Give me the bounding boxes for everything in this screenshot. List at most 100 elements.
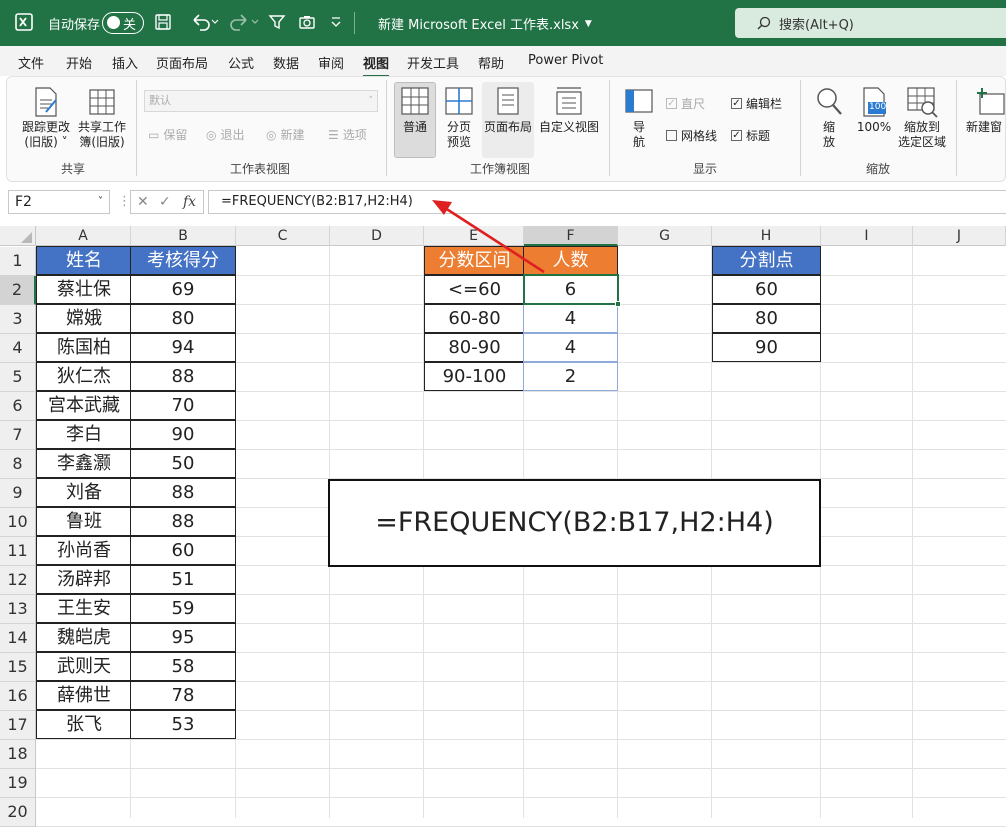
- menu-file[interactable]: 文件: [18, 53, 44, 72]
- table-cell-score[interactable]: 88: [130, 507, 236, 536]
- column-header-a[interactable]: A: [36, 226, 131, 246]
- camera-icon[interactable]: [298, 13, 316, 31]
- row-header-10[interactable]: 10: [0, 508, 36, 537]
- menu-developer[interactable]: 开发工具: [407, 53, 459, 72]
- search-box[interactable]: 搜索(Alt+Q): [735, 8, 1006, 38]
- table-cell-count[interactable]: 4: [523, 304, 618, 333]
- menu-data[interactable]: 数据: [273, 53, 299, 72]
- table-cell-score[interactable]: 95: [130, 623, 236, 652]
- table-cell-range[interactable]: 80-90: [424, 333, 525, 362]
- select-all-corner[interactable]: [0, 226, 36, 246]
- table-cell-name[interactable]: 孙尚香: [36, 536, 132, 565]
- table-cell-name[interactable]: 武则天: [36, 652, 132, 681]
- table-cell-score[interactable]: 88: [130, 478, 236, 507]
- cancel-icon[interactable]: ✕: [137, 191, 149, 213]
- table-cell-bin[interactable]: 80: [712, 304, 821, 333]
- ruler-checkbox[interactable]: ✓ 直尺: [666, 95, 705, 112]
- row-header-8[interactable]: 8: [0, 450, 36, 479]
- table-cell-score[interactable]: 88: [130, 362, 236, 391]
- navigation-button[interactable]: 导 航: [626, 120, 652, 150]
- table-cell-count[interactable]: 2: [523, 362, 618, 391]
- table-cell-name[interactable]: 张飞: [36, 710, 132, 739]
- table-cell-score[interactable]: 59: [130, 594, 236, 623]
- row-header-13[interactable]: 13: [0, 595, 36, 624]
- undo-icon[interactable]: [190, 12, 220, 32]
- table-cell-score[interactable]: 78: [130, 681, 236, 710]
- row-header-17[interactable]: 17: [0, 711, 36, 740]
- menu-help[interactable]: 帮助: [478, 53, 504, 72]
- table-cell-score[interactable]: 80: [130, 304, 236, 333]
- track-changes-button[interactable]: 跟踪更改 (旧版) ˅: [20, 120, 72, 150]
- table-cell-range[interactable]: 60-80: [424, 304, 525, 333]
- new-window-button[interactable]: 新建窗: [966, 120, 1006, 135]
- table-cell-bin[interactable]: 60: [712, 275, 821, 304]
- table-cell-score[interactable]: 60: [130, 536, 236, 565]
- zoom-to-selection-button[interactable]: 缩放到 选定区域: [896, 120, 948, 150]
- header-name[interactable]: 姓名: [36, 246, 132, 275]
- row-header-1[interactable]: 1: [0, 247, 36, 276]
- row-header-7[interactable]: 7: [0, 421, 36, 450]
- row-header-14[interactable]: 14: [0, 624, 36, 653]
- formula-bar-checkbox[interactable]: ✓ 编辑栏: [731, 95, 782, 112]
- table-cell-name[interactable]: 薛佛世: [36, 681, 132, 710]
- table-cell-score[interactable]: 94: [130, 333, 236, 362]
- table-cell-score[interactable]: 50: [130, 449, 236, 478]
- enter-icon[interactable]: ✓: [159, 191, 171, 213]
- row-header-11[interactable]: 11: [0, 537, 36, 566]
- table-cell-name[interactable]: 李鑫灏: [36, 449, 132, 478]
- row-header-6[interactable]: 6: [0, 392, 36, 421]
- table-cell-name[interactable]: 李白: [36, 420, 132, 449]
- row-header-12[interactable]: 12: [0, 566, 36, 595]
- sheet-view-options-button[interactable]: ☰ 选项: [328, 126, 367, 143]
- menu-home[interactable]: 开始: [66, 53, 92, 72]
- zoom-button[interactable]: 缩 放: [816, 120, 842, 150]
- row-header-18[interactable]: 18: [0, 740, 36, 769]
- row-header-19[interactable]: 19: [0, 769, 36, 798]
- sheet-view-dropdown[interactable]: 默认 ˅: [144, 90, 378, 112]
- headings-checkbox[interactable]: ✓ 标题: [731, 127, 770, 144]
- column-header-b[interactable]: B: [131, 226, 236, 246]
- header-bins[interactable]: 分割点: [712, 246, 821, 275]
- table-cell-name[interactable]: 狄仁杰: [36, 362, 132, 391]
- page-break-preview-button[interactable]: 分页 预览: [438, 120, 480, 150]
- table-cell-name[interactable]: 陈国柏: [36, 333, 132, 362]
- table-cell-name[interactable]: 刘备: [36, 478, 132, 507]
- menu-formulas[interactable]: 公式: [228, 53, 254, 72]
- redo-icon[interactable]: [230, 12, 260, 32]
- row-header-15[interactable]: 15: [0, 653, 36, 682]
- table-cell-name[interactable]: 蔡壮保: [36, 275, 132, 304]
- save-icon[interactable]: [154, 13, 172, 31]
- table-cell-name[interactable]: 宫本武藏: [36, 391, 132, 420]
- table-cell-score[interactable]: 51: [130, 565, 236, 594]
- autosave-toggle[interactable]: 关: [102, 12, 144, 34]
- table-cell-bin[interactable]: 90: [712, 333, 821, 362]
- table-cell-range[interactable]: 90-100: [424, 362, 525, 391]
- insert-function-icon[interactable]: fx: [183, 191, 196, 213]
- row-header-9[interactable]: 9: [0, 479, 36, 508]
- column-header-g[interactable]: G: [618, 226, 712, 246]
- table-cell-name[interactable]: 汤辟邦: [36, 565, 132, 594]
- row-header-2[interactable]: 2: [0, 276, 36, 305]
- row-header-5[interactable]: 5: [0, 363, 36, 392]
- menu-power-pivot[interactable]: Power Pivot: [528, 53, 603, 68]
- column-header-h[interactable]: H: [712, 226, 821, 246]
- table-cell-name[interactable]: 鲁班: [36, 507, 132, 536]
- filter-icon[interactable]: [268, 13, 286, 31]
- column-header-i[interactable]: I: [821, 226, 913, 246]
- row-header-4[interactable]: 4: [0, 334, 36, 363]
- table-cell-name[interactable]: 嫦娥: [36, 304, 132, 333]
- row-header-3[interactable]: 3: [0, 305, 36, 334]
- menu-view[interactable]: 视图: [363, 53, 390, 78]
- menu-review[interactable]: 审阅: [318, 53, 344, 72]
- menu-insert[interactable]: 插入: [112, 53, 138, 72]
- table-cell-score[interactable]: 90: [130, 420, 236, 449]
- column-header-d[interactable]: D: [330, 226, 424, 246]
- share-workbook-button[interactable]: 共享工作 簿(旧版): [74, 120, 130, 150]
- table-cell-name[interactable]: 魏皑虎: [36, 623, 132, 652]
- column-header-j[interactable]: J: [913, 226, 1006, 246]
- name-box[interactable]: F2 ˅: [8, 190, 110, 214]
- row-header-16[interactable]: 16: [0, 682, 36, 711]
- zoom-100-button[interactable]: 100%: [852, 120, 896, 135]
- table-cell-score[interactable]: 70: [130, 391, 236, 420]
- table-cell-name[interactable]: 王生安: [36, 594, 132, 623]
